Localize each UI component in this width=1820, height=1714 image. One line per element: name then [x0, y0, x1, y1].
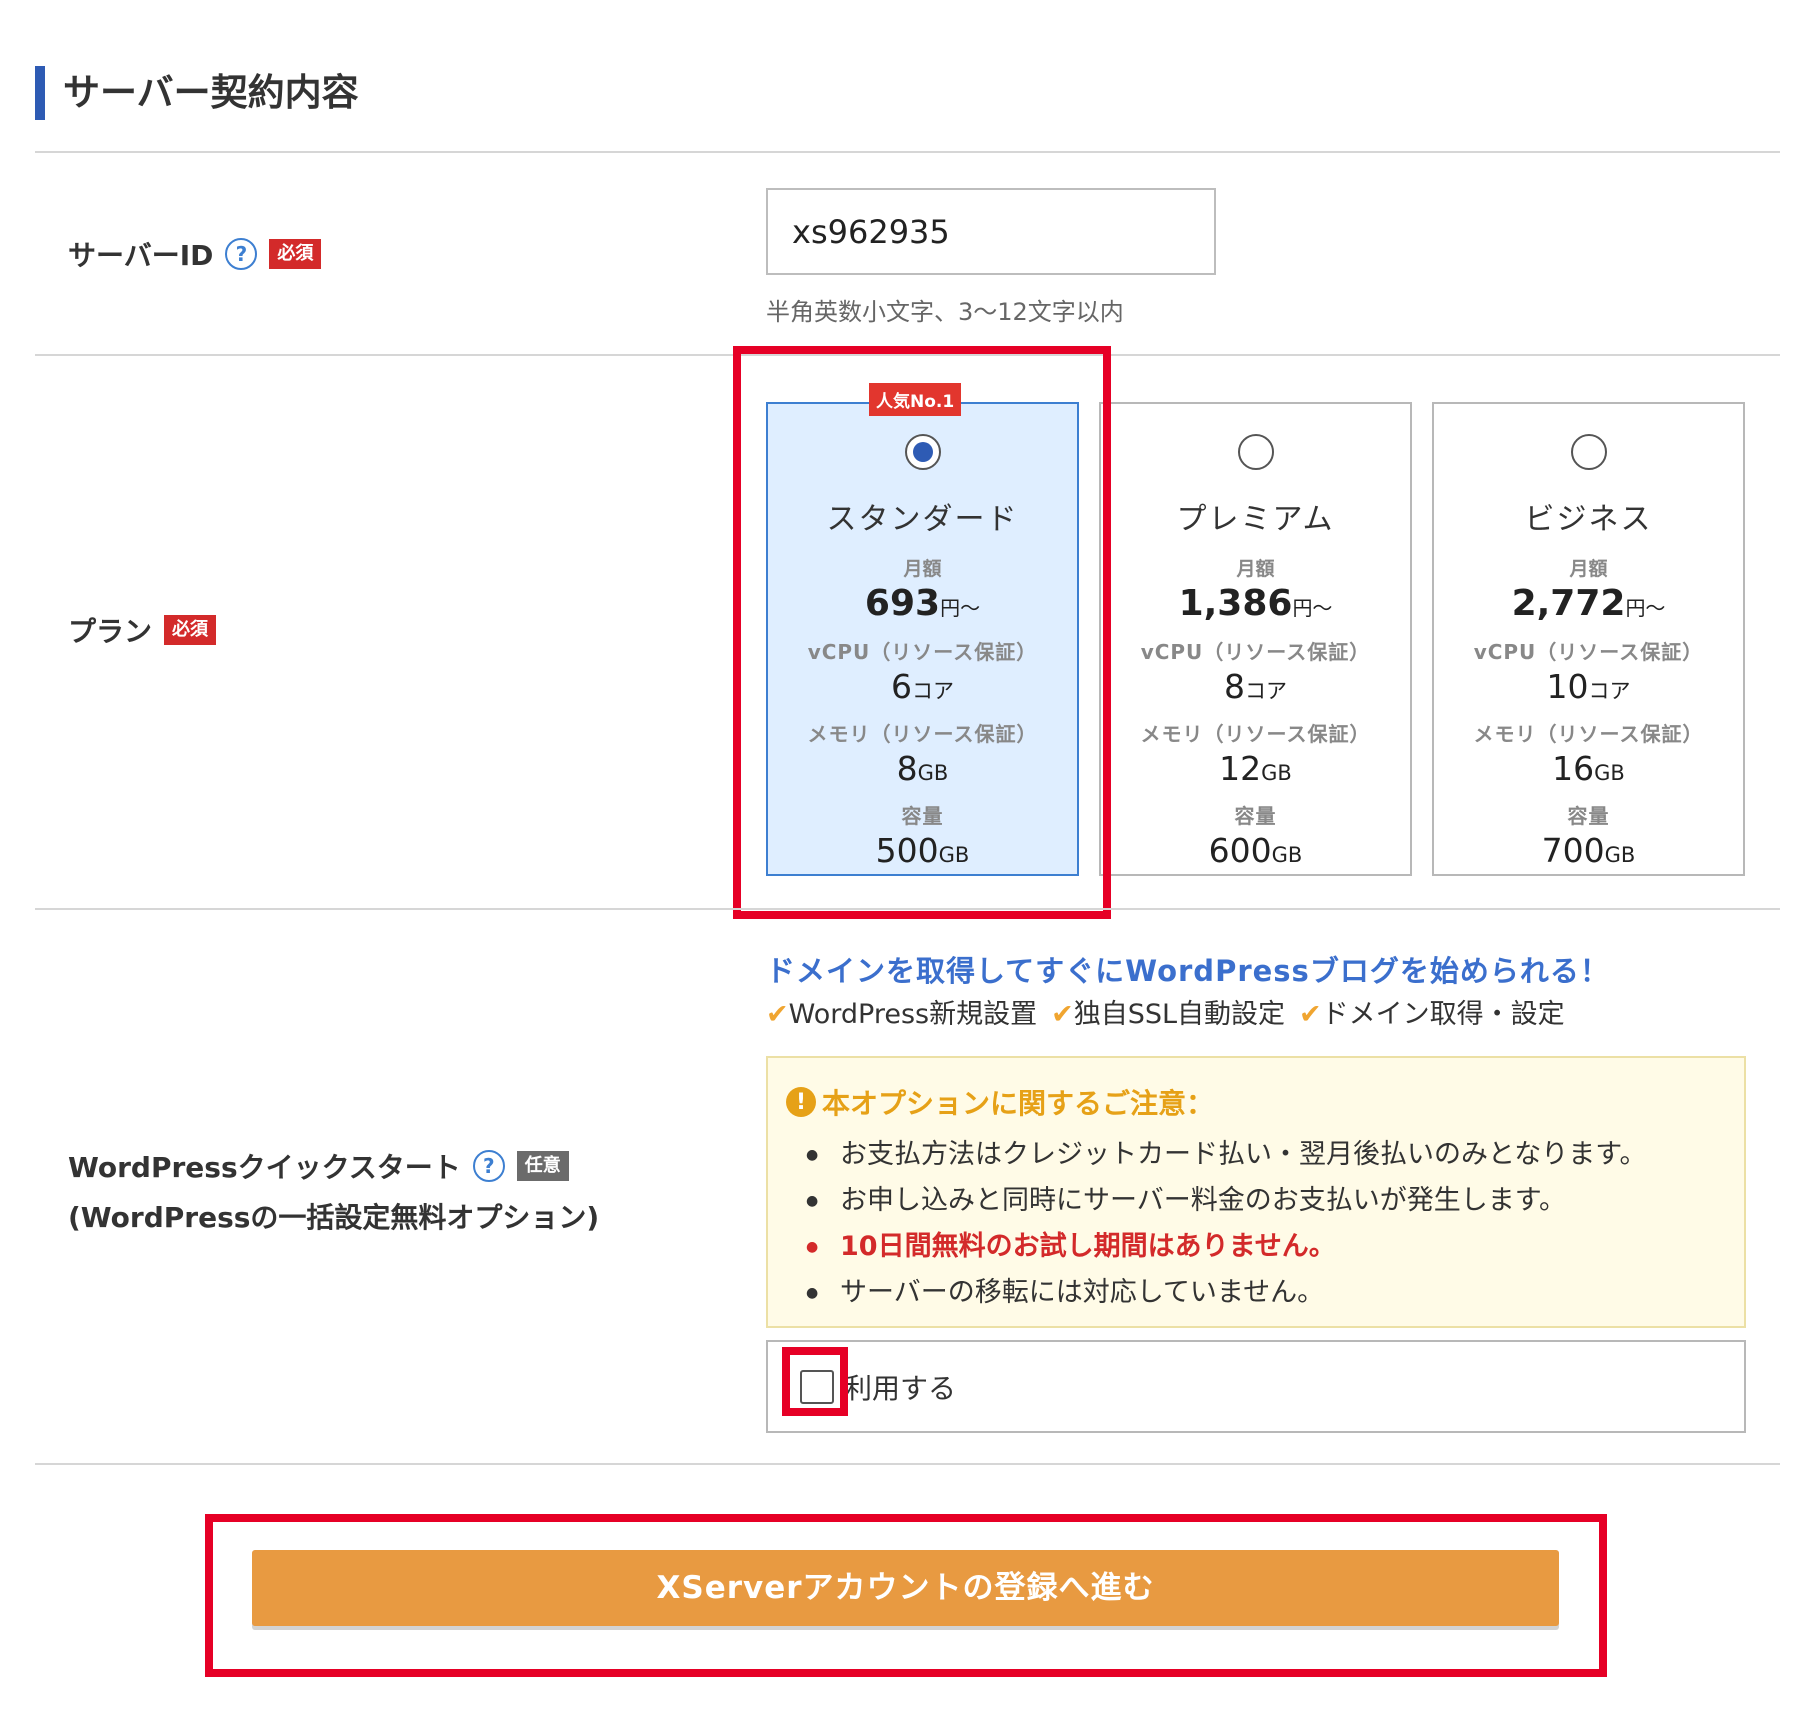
plan-vcpu-value: 10 — [1546, 667, 1589, 706]
feature-item: ✔ドメイン取得・設定 — [1299, 992, 1565, 1031]
plan-storage-label: 容量 — [1234, 804, 1277, 828]
plan-vcpu: 8コア — [1101, 667, 1410, 706]
plan-radio-premium[interactable] — [1237, 434, 1274, 470]
check-icon: ✔ — [1051, 999, 1074, 1030]
highlight-box-submit — [205, 1514, 1607, 1677]
plan-vcpu-unit: コア — [1245, 679, 1287, 703]
plan-storage: 700GB — [1434, 831, 1743, 870]
plan-price-value: 1,386 — [1178, 583, 1293, 624]
plan-label: プラン — [68, 615, 153, 648]
notice-item: お支払方法はクレジットカード払い・翌月後払いのみとなります。 — [806, 1132, 1726, 1178]
required-badge: 必須 — [269, 239, 322, 269]
plan-vcpu-label: vCPU（リソース保証） — [1140, 640, 1371, 664]
optional-badge: 任意 — [516, 1151, 569, 1181]
plan-memory-value: 12 — [1219, 749, 1262, 788]
plan-price-unit: 円〜 — [1625, 596, 1666, 620]
notice-item: サーバーの移転には対応していません。 — [806, 1270, 1726, 1316]
use-label[interactable]: 利用する — [844, 1367, 956, 1407]
plan-memory-label: メモリ（リソース保証） — [1473, 722, 1704, 746]
highlight-box-plan — [733, 346, 1111, 919]
check-icon: ✔ — [1299, 999, 1322, 1030]
help-icon[interactable]: ? — [225, 238, 258, 270]
feature-item: ✔独自SSL自動設定 — [1051, 992, 1285, 1031]
server-id-input[interactable]: xs962935 — [766, 188, 1216, 275]
plan-storage: 600GB — [1101, 831, 1410, 870]
wordpress-label-group: WordPressクイックスタート ? 任意 (WordPressの一括設定無料… — [68, 1146, 599, 1236]
plan-storage-unit: GB — [1271, 843, 1303, 867]
plan-vcpu-value: 8 — [1224, 667, 1245, 706]
plan-memory: 12GB — [1101, 749, 1410, 788]
plan-label-group: プラン 必須 — [68, 610, 217, 650]
divider — [35, 1463, 1780, 1465]
notice-box: ! 本オプションに関するご注意： お支払方法はクレジットカード払い・翌月後払いの… — [766, 1056, 1746, 1328]
plan-monthly-label: 月額 — [1236, 558, 1275, 580]
plan-price-value: 2,772 — [1511, 583, 1626, 624]
plan-vcpu-unit: コア — [1588, 679, 1631, 703]
check-icon: ✔ — [766, 999, 789, 1030]
plan-storage-value: 600 — [1208, 831, 1272, 870]
plan-name: ビジネス — [1524, 502, 1653, 537]
wordpress-tagline: ドメインを取得してすぐにWordPressブログを始められる！ — [766, 954, 1610, 988]
plan-memory-unit: GB — [1594, 761, 1625, 785]
server-id-label: サーバーID — [68, 239, 214, 272]
plan-vcpu: 10コア — [1434, 667, 1743, 706]
server-id-hint: 半角英数小文字、3〜12文字以内 — [766, 298, 1124, 326]
required-badge: 必須 — [164, 615, 217, 645]
feature-item: ✔WordPress新規設置 — [766, 992, 1037, 1031]
notice-item-emphasis: 10日間無料のお試し期間はありません。 — [806, 1224, 1726, 1270]
plan-memory-unit: GB — [1261, 761, 1292, 785]
plan-radio-business[interactable] — [1570, 434, 1607, 470]
divider — [35, 151, 1780, 153]
feature-label: WordPress新規設置 — [788, 999, 1038, 1030]
wordpress-label: WordPressクイックスタート — [68, 1151, 461, 1184]
plan-memory-value: 16 — [1552, 749, 1595, 788]
server-id-label-group: サーバーID ? 必須 — [68, 234, 322, 274]
plan-monthly-label: 月額 — [1569, 558, 1608, 580]
plan-card-premium[interactable]: プレミアム 月額 1,386円〜 vCPU（リソース保証） 8コア メモリ（リソ… — [1099, 402, 1412, 876]
notice-item: お申し込みと同時にサーバー料金のお支払いが発生します。 — [806, 1178, 1726, 1224]
plan-vcpu-label: vCPU（リソース保証） — [1473, 640, 1704, 664]
notice-title-group: ! 本オプションに関するご注意： — [786, 1082, 1726, 1122]
plan-price-unit: 円〜 — [1292, 596, 1333, 620]
plan-storage-label: 容量 — [1567, 804, 1610, 828]
plan-memory-label: メモリ（リソース保証） — [1140, 722, 1371, 746]
section-title: サーバー契約内容 — [35, 66, 359, 120]
divider — [35, 908, 1780, 910]
plan-storage-value: 700 — [1541, 831, 1605, 870]
plan-card-business[interactable]: ビジネス 月額 2,772円〜 vCPU（リソース保証） 10コア メモリ（リソ… — [1432, 402, 1745, 876]
use-option-box[interactable]: 利用する — [766, 1340, 1746, 1433]
warning-icon: ! — [786, 1087, 816, 1117]
wordpress-sublabel: (WordPressの一括設定無料オプション) — [68, 1201, 600, 1234]
plan-price: 2,772円〜 — [1434, 583, 1743, 624]
notice-list: お支払方法はクレジットカード払い・翌月後払いのみとなります。 お申し込みと同時に… — [786, 1132, 1726, 1316]
plan-price: 1,386円〜 — [1101, 583, 1410, 624]
feature-label: ドメイン取得・設定 — [1321, 999, 1565, 1030]
plan-memory: 16GB — [1434, 749, 1743, 788]
notice-title: 本オプションに関するご注意： — [822, 1087, 1215, 1120]
feature-label: 独自SSL自動設定 — [1073, 999, 1286, 1030]
help-icon[interactable]: ? — [472, 1150, 505, 1182]
wordpress-label-line1-group: WordPressクイックスタート ? 任意 — [68, 1146, 569, 1186]
plan-name: プレミアム — [1176, 502, 1335, 537]
feature-list: ✔WordPress新規設置 ✔独自SSL自動設定 ✔ドメイン取得・設定 — [766, 992, 1565, 1031]
plan-storage-unit: GB — [1604, 843, 1636, 867]
highlight-box-checkbox — [782, 1347, 848, 1416]
